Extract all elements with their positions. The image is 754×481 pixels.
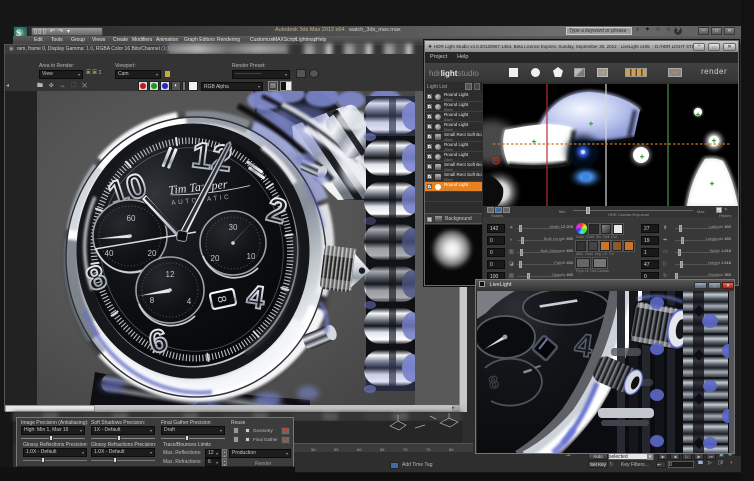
svg-text:4: 4 xyxy=(187,297,192,306)
svg-text:12: 12 xyxy=(166,270,175,279)
svg-text:10: 10 xyxy=(247,252,256,261)
svg-text:8: 8 xyxy=(150,296,155,305)
svg-text:30: 30 xyxy=(229,223,238,232)
svg-text:20: 20 xyxy=(211,254,220,263)
svg-text:40: 40 xyxy=(105,249,114,258)
svg-text:20: 20 xyxy=(148,249,157,258)
svg-text:60: 60 xyxy=(127,214,136,223)
